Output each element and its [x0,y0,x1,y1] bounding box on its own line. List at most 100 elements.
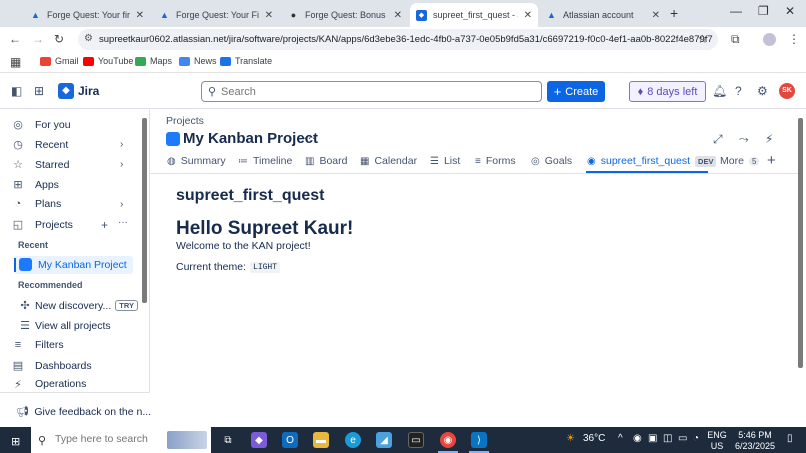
bookmark-maps[interactable]: Maps [135,56,172,66]
close-tab-icon[interactable]: ✕ [524,10,532,21]
weather-temp[interactable]: 36°C [583,433,605,444]
sidebar-item-projects[interactable]: ◱ Projects [12,218,73,232]
battery-icon[interactable]: ▭ [678,433,687,444]
chevron-right-icon[interactable]: › [120,159,123,170]
give-feedback-link[interactable]: 📢︎ Give feedback on the n... [16,405,151,419]
close-window-icon[interactable]: ✕ [785,4,795,18]
tab-list[interactable]: ☰ List [430,155,460,167]
chrome-menu-icon[interactable]: ⋮ [788,32,800,46]
more-actions-icon[interactable]: ··· [303,130,316,145]
add-project-icon[interactable]: + [101,218,108,232]
copilot-icon[interactable]: ◆ [251,432,267,448]
add-tab-icon[interactable]: + [767,152,776,169]
browser-tab-2[interactable]: ▲ Forge Quest: Your First O ✕ [153,3,279,27]
bookmark-translate[interactable]: Translate [220,56,272,66]
taskbar-search-input[interactable] [55,433,175,445]
breadcrumb[interactable]: Projects [166,115,204,127]
close-tab-icon[interactable]: ✕ [394,10,402,21]
extensions-icon[interactable]: ⧉ [731,32,740,47]
sidebar-scrollbar[interactable] [142,118,147,303]
photos-icon[interactable]: ◢ [376,432,392,448]
fullscreen-icon[interactable]: ⤢ [713,132,723,147]
sidebar-item-dashboards[interactable]: ▤ Dashboards [12,359,92,373]
notifications-center-icon[interactable]: ▯ [787,433,793,444]
sidebar-item-filters[interactable]: ≡ Filters [12,339,64,351]
windows-start-icon[interactable]: ⊞ [11,435,20,448]
automation-icon[interactable]: ⚡︎ [765,132,773,146]
file-explorer-icon[interactable]: ▬ [313,432,329,448]
bookmark-star-icon[interactable]: ☆ [697,32,708,46]
network-icon[interactable]: ◔ [693,433,699,444]
product-name[interactable]: Jira [78,84,99,98]
create-button[interactable]: + Create [547,81,605,102]
search-input[interactable] [221,84,521,99]
browser-tab-3[interactable]: ● Forge Quest: Bonus Level ✕ [282,3,408,27]
bookmark-gmail[interactable]: Gmail [40,56,79,66]
sidebar-item-apps[interactable]: ⊞ Apps [12,178,59,192]
bookmark-news[interactable]: News [179,56,217,66]
tab-timeline[interactable]: ≔ Timeline [238,155,292,167]
sidebar-item-my-kanban-project[interactable]: My Kanban Project [19,258,127,271]
sidebar-toggle-icon[interactable]: ◧ [11,84,22,98]
tray-app-icon[interactable]: ▣ [648,433,657,444]
main-scrollbar[interactable] [798,118,803,368]
sidebar-item-new-discovery[interactable]: ✣ New discovery... TRY [19,299,138,312]
reload-icon[interactable]: ↻ [54,32,64,46]
address-bar[interactable]: ⚙ supreetkaur0602.atlassian.net/jira/sof… [78,29,718,50]
settings-icon[interactable]: ⚙ [757,84,768,98]
chrome-icon[interactable]: ◉ [440,432,456,448]
more-icon[interactable]: ··· [118,217,128,228]
clock[interactable]: 5:46 PM 6/23/2025 [731,430,779,452]
tray-app-icon[interactable]: ◫ [663,433,672,444]
chevron-right-icon[interactable]: › [120,139,123,150]
tab-board[interactable]: ▥ Board [305,155,347,167]
close-tab-icon[interactable]: ✕ [136,10,144,21]
sidebar-item-view-all-projects[interactable]: ☰ View all projects [19,319,111,333]
tray-app-icon[interactable]: ◉ [633,433,642,444]
share-icon[interactable]: ⤳ [739,132,749,147]
taskbar-search[interactable]: ⚲ [31,427,211,453]
tab-supreet-first-quest[interactable]: ◉ supreet_first_quest DEV [587,155,717,167]
sidebar-item-recent[interactable]: ◷ Recent [12,138,68,152]
help-icon[interactable]: ? [735,84,742,98]
edge-icon[interactable]: e [345,432,361,448]
tab-forms[interactable]: ≡ Forms [475,155,516,167]
restore-icon[interactable]: ❐ [758,4,769,18]
close-tab-icon[interactable]: ✕ [652,10,660,21]
apps-grid-icon[interactable]: ▦ [10,55,21,69]
profile-avatar[interactable] [763,33,776,46]
show-hidden-icons[interactable]: ^ [618,433,623,444]
terminal-icon[interactable]: ▭ [408,432,424,448]
tab-more[interactable]: More 5 [720,155,760,167]
task-view-icon[interactable]: ⧉ [220,432,236,448]
minimize-icon[interactable]: — [730,4,742,18]
sidebar-item-plans[interactable]: ◔ Plans [12,198,62,210]
sidebar-item-for-you[interactable]: ◎ For you [12,118,70,132]
tab-calendar[interactable]: ▦ Calendar [360,155,417,167]
weather-icon[interactable]: ☀ [566,433,575,444]
app-switcher-icon[interactable]: ⊞ [34,84,44,98]
trial-button[interactable]: ♦ 8 days left [629,81,706,102]
sidebar-item-operations[interactable]: ⚡︎ Operations [12,379,86,389]
site-info-icon[interactable]: ⚙ [84,33,93,44]
tab-goals[interactable]: ◎ Goals [531,155,572,167]
vscode-icon[interactable]: ⟩ [471,432,487,448]
browser-tab-5[interactable]: ▲ Atlassian account ✕ [540,3,666,27]
new-tab-icon[interactable]: + [670,5,678,21]
sidebar-item-starred[interactable]: ☆ Starred [12,158,69,172]
user-avatar[interactable]: SK [779,83,795,99]
back-icon[interactable]: ← [9,32,21,46]
tab-summary[interactable]: ◍ Summary [167,155,226,167]
bookmark-youtube[interactable]: YouTube [83,56,133,66]
browser-tab-active[interactable]: ◆ supreet_first_quest - Jira ✕ [410,3,538,27]
notifications-icon[interactable]: 🔔︎ [712,84,727,98]
forward-icon[interactable]: → [32,32,44,46]
browser-tab-1[interactable]: ▲ Forge Quest: Your first q ✕ [24,3,150,27]
plus-icon: + [553,84,562,99]
chevron-right-icon[interactable]: › [120,199,123,210]
close-tab-icon[interactable]: ✕ [265,10,273,21]
search-box[interactable]: ⚲ [201,81,542,102]
language-indicator[interactable]: ENG US [707,430,727,452]
outlook-icon[interactable]: O [282,432,298,448]
jira-logo[interactable]: ◆ [58,83,74,99]
